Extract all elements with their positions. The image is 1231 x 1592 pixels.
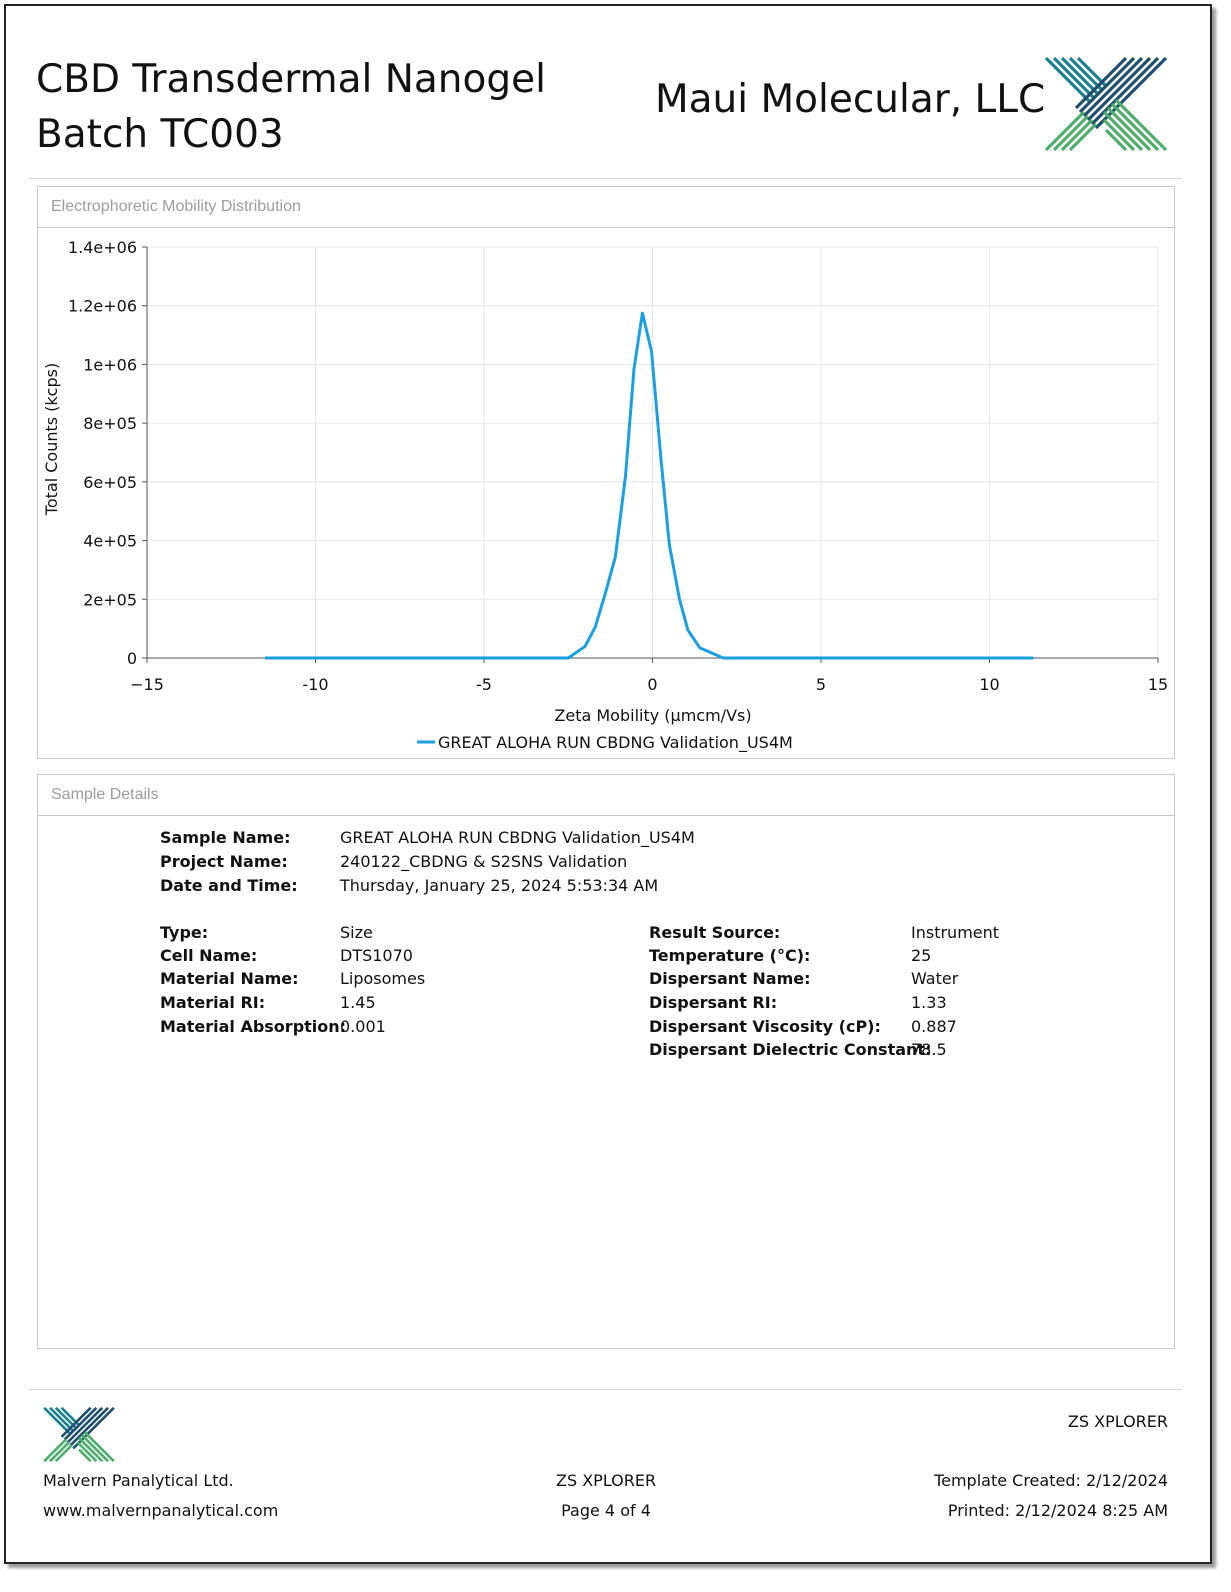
footer-divider — [29, 1389, 1182, 1390]
y-tick-label: 1.2e+06 — [68, 297, 137, 316]
y-tick-label: 8e+05 — [83, 414, 137, 433]
dispersant-viscosity-value: 0.887 — [911, 1017, 957, 1036]
x-tick-label: -5 — [476, 675, 492, 694]
material-name-label: Material Name: — [160, 969, 299, 988]
x-tick-label: 15 — [1148, 675, 1168, 694]
dispersant-ri-value: 1.33 — [911, 993, 947, 1012]
material-ri-value: 1.45 — [340, 993, 376, 1012]
y-tick-label: 1.4e+06 — [68, 238, 137, 257]
footer-product: ZS XPLORER — [556, 1471, 657, 1490]
company-name: Maui Molecular, LLC — [655, 77, 1046, 122]
x-tick-label: 5 — [816, 675, 826, 694]
footer-template-created: Template Created: 2/12/2024 — [934, 1471, 1168, 1490]
y-axis-label: Total Counts (kcps) — [42, 363, 61, 516]
x-tick-label: 0 — [647, 675, 657, 694]
temperature-value: 25 — [911, 946, 932, 965]
result-source-label: Result Source: — [649, 923, 781, 942]
chart-panel-heading: Electrophoretic Mobility Distribution — [38, 187, 1174, 228]
y-tick-label: 1e+06 — [83, 355, 137, 374]
type-value: Size — [340, 923, 373, 942]
x-tick-label: −15 — [130, 675, 164, 694]
footer-printed: Printed: 2/12/2024 8:25 AM — [947, 1501, 1168, 1520]
cell-name-label: Cell Name: — [160, 946, 258, 965]
result-source-value: Instrument — [911, 923, 1000, 942]
x-tick-label: -10 — [302, 675, 328, 694]
material-absorption-value: 0.001 — [340, 1017, 386, 1036]
y-tick-label: 6e+05 — [83, 473, 137, 492]
sample-name-value: GREAT ALOHA RUN CBDNG Validation_US4M — [340, 828, 695, 847]
y-tick-label: 0 — [127, 649, 137, 668]
material-ri-label: Material RI: — [160, 993, 266, 1012]
project-name-label: Project Name: — [160, 852, 288, 871]
sample-details-panel: Sample Details Sample Name: GREAT ALOHA … — [37, 774, 1175, 1349]
date-time-value: Thursday, January 25, 2024 5:53:34 AM — [340, 876, 659, 895]
cell-name-value: DTS1070 — [340, 946, 413, 965]
dispersant-viscosity-label: Dispersant Viscosity (cP): — [649, 1017, 881, 1036]
project-name-value: 240122_CBDNG & S2SNS Validation — [340, 852, 628, 871]
y-tick-label: 4e+05 — [83, 532, 137, 551]
type-label: Type: — [160, 923, 209, 942]
dispersant-dielectric-value: 78.5 — [911, 1040, 947, 1059]
footer-company: Malvern Panalytical Ltd. — [43, 1471, 234, 1490]
chart-panel: Electrophoretic Mobility Distribution −1… — [37, 186, 1175, 759]
legend-label: GREAT ALOHA RUN CBDNG Validation_US4M — [438, 733, 793, 753]
footer-product-top: ZS XPLORER — [1067, 1412, 1168, 1431]
footer-website-link[interactable]: www.malvernpanalytical.com — [43, 1501, 278, 1520]
malvern-logo-icon — [1044, 56, 1168, 152]
material-name-value: Liposomes — [340, 969, 426, 988]
mobility-chart: −15 -10 -5 0 5 10 15 0 2e+05 4e+05 6e+05 8e+05 1e+06… — [42, 238, 1168, 753]
sample-name-label: Sample Name: — [160, 828, 291, 847]
dispersant-name-value: Water — [911, 969, 959, 988]
date-time-label: Date and Time: — [160, 876, 298, 895]
y-tick-label: 2e+05 — [83, 590, 137, 609]
sample-details-heading: Sample Details — [38, 775, 1174, 816]
temperature-label: Temperature (°C): — [649, 946, 811, 965]
x-axis-label: Zeta Mobility (µmcm/Vs) — [554, 706, 751, 725]
dispersant-dielectric-label: Dispersant Dielectric Constant: — [649, 1040, 932, 1059]
legend: GREAT ALOHA RUN CBDNG Validation_US4M — [417, 733, 793, 753]
footer-page-number: Page 4 of 4 — [561, 1501, 651, 1520]
report-title: CBD Transdermal Nanogel Batch TC003 — [36, 57, 546, 157]
dispersant-ri-label: Dispersant RI: — [649, 993, 778, 1012]
x-tick-label: 10 — [979, 675, 999, 694]
material-absorption-label: Material Absorption: — [160, 1017, 347, 1036]
malvern-footer-logo-icon — [43, 1406, 115, 1463]
dispersant-name-label: Dispersant Name: — [649, 969, 811, 988]
header-divider — [29, 178, 1182, 179]
